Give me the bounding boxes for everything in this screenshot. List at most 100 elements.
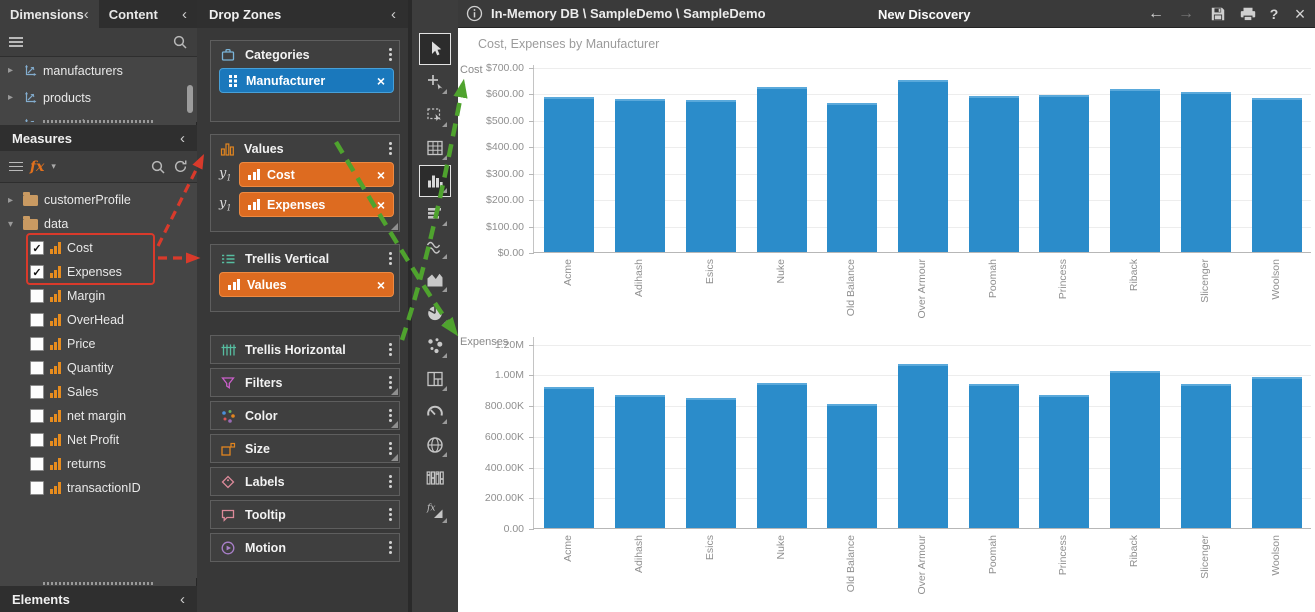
search-icon[interactable]	[150, 159, 166, 175]
drop-zone-size[interactable]: Size	[210, 434, 400, 463]
remove-chip-icon[interactable]: ×	[377, 278, 385, 292]
list-view-icon[interactable]	[9, 37, 23, 47]
bar-acme[interactable]	[544, 97, 594, 252]
add-tool[interactable]	[419, 66, 451, 98]
scrollbar-thumb[interactable]	[187, 85, 193, 113]
bar-adihash[interactable]	[615, 99, 665, 252]
drop-zone-color[interactable]: Color	[210, 401, 400, 430]
search-icon[interactable]	[172, 34, 188, 50]
bar-princess[interactable]	[1039, 395, 1089, 528]
remove-chip-icon[interactable]: ×	[377, 74, 385, 88]
measure-checkbox[interactable]: ✓	[30, 313, 44, 327]
kebab-menu-icon[interactable]	[384, 505, 397, 524]
drop-zone-trellis-vertical[interactable]: Trellis VerticalValues×	[210, 244, 400, 312]
chip-manufacturer[interactable]: Manufacturer×	[219, 68, 394, 93]
refresh-icon[interactable]	[173, 159, 188, 174]
measure-item[interactable]: ✓net margin	[0, 404, 197, 428]
chevron-right-icon[interactable]: ▸	[8, 119, 17, 122]
bar-esics[interactable]	[686, 100, 736, 252]
measure-item[interactable]: ✓Cost	[0, 236, 197, 260]
measure-checkbox[interactable]: ✓	[30, 289, 44, 303]
drop-zone-filters[interactable]: Filters	[210, 368, 400, 397]
kebab-menu-icon[interactable]	[384, 406, 397, 425]
kebab-menu-icon[interactable]	[384, 45, 397, 64]
bar-nuke[interactable]	[757, 87, 807, 252]
treemap-chart-tool[interactable]	[419, 363, 451, 395]
chip-values[interactable]: Values×	[219, 272, 394, 297]
bar-chart-tool[interactable]	[419, 198, 451, 230]
measure-item[interactable]: ✓Net Profit	[0, 428, 197, 452]
measure-item[interactable]: ✓Sales	[0, 380, 197, 404]
drop-zone-motion[interactable]: Motion	[210, 533, 400, 562]
formula-icon[interactable]: fx	[30, 159, 44, 175]
bar-slicenger[interactable]	[1181, 384, 1231, 528]
collapse-icon[interactable]: ‹	[84, 7, 89, 22]
measure-item[interactable]: ✓transactionID	[0, 476, 197, 500]
kebab-menu-icon[interactable]	[384, 538, 397, 557]
measure-item[interactable]: ✓Margin	[0, 284, 197, 308]
list-view-icon[interactable]	[9, 162, 23, 172]
measure-checkbox[interactable]: ✓	[30, 481, 44, 495]
measure-item[interactable]: ✓Price	[0, 332, 197, 356]
collapse-icon[interactable]: ‹	[180, 131, 185, 146]
measure-checkbox[interactable]: ✓	[30, 409, 44, 423]
close-icon[interactable]: ×	[1289, 0, 1311, 28]
chip-cost[interactable]: Cost×	[239, 162, 394, 187]
measure-checkbox[interactable]: ✓	[30, 265, 44, 279]
pie-chart-tool[interactable]	[419, 297, 451, 329]
measure-checkbox[interactable]: ✓	[30, 433, 44, 447]
kebab-menu-icon[interactable]	[384, 340, 397, 359]
bar-riback[interactable]	[1110, 89, 1160, 252]
chevron-right-icon[interactable]: ▸	[8, 65, 17, 76]
bar-riback[interactable]	[1110, 371, 1160, 528]
kebab-menu-icon[interactable]	[384, 139, 397, 158]
measure-item[interactable]: ✓Expenses	[0, 260, 197, 284]
measure-folder[interactable]: ▸customerProfile	[0, 188, 197, 212]
bar-over-armour[interactable]	[898, 80, 948, 252]
table-chart-tool[interactable]	[419, 132, 451, 164]
bar-nuke[interactable]	[757, 383, 807, 528]
bar-woolson[interactable]	[1252, 98, 1302, 252]
bar-adihash[interactable]	[615, 395, 665, 528]
area-chart-tool[interactable]	[419, 264, 451, 296]
bar-acme[interactable]	[544, 387, 594, 528]
measure-checkbox[interactable]: ✓	[30, 385, 44, 399]
collapse-icon[interactable]: ‹	[391, 7, 396, 22]
kpi-chart-tool[interactable]	[419, 462, 451, 494]
chevron-down-icon[interactable]: ▾	[8, 219, 17, 230]
save-icon[interactable]	[1207, 0, 1229, 28]
line-chart-tool[interactable]	[419, 231, 451, 263]
bar-woolson[interactable]	[1252, 377, 1302, 528]
drop-zone-values[interactable]: Valuesy1Cost×y1Expenses×	[210, 134, 400, 232]
pointer-tool[interactable]	[419, 33, 451, 65]
bar-old-balance[interactable]	[827, 103, 877, 252]
kebab-menu-icon[interactable]	[384, 373, 397, 392]
tab-dimensions[interactable]: Dimensions ‹	[0, 0, 99, 28]
forward-button[interactable]: →	[1175, 0, 1197, 28]
drop-zone-labels[interactable]: Labels	[210, 467, 400, 496]
bar-esics[interactable]	[686, 398, 736, 528]
collapse-icon[interactable]: ‹	[182, 7, 187, 22]
kebab-menu-icon[interactable]	[384, 472, 397, 491]
bar-poomah[interactable]	[969, 96, 1019, 252]
kebab-menu-icon[interactable]	[384, 249, 397, 268]
measure-checkbox[interactable]: ✓	[30, 457, 44, 471]
column-chart-tool[interactable]	[419, 165, 451, 197]
collapse-icon[interactable]: ‹	[180, 592, 185, 607]
help-button[interactable]: ?	[1263, 0, 1285, 28]
remove-chip-icon[interactable]: ×	[377, 198, 385, 212]
marquee-select-tool[interactable]	[419, 99, 451, 131]
print-icon[interactable]	[1237, 0, 1259, 28]
panel-resize-handle[interactable]	[43, 582, 153, 585]
measure-checkbox[interactable]: ✓	[30, 337, 44, 351]
measure-item[interactable]: ✓OverHead	[0, 308, 197, 332]
measure-checkbox[interactable]: ✓	[30, 241, 44, 255]
bar-old-balance[interactable]	[827, 404, 877, 528]
scatter-chart-tool[interactable]	[419, 330, 451, 362]
tab-content[interactable]: Content ‹	[99, 0, 197, 28]
gauge-chart-tool[interactable]	[419, 396, 451, 428]
dimension-tree-item[interactable]: ▸manufacturers	[0, 57, 197, 84]
chip-expenses[interactable]: Expenses×	[239, 192, 394, 217]
remove-chip-icon[interactable]: ×	[377, 168, 385, 182]
chevron-right-icon[interactable]: ▸	[8, 92, 17, 103]
